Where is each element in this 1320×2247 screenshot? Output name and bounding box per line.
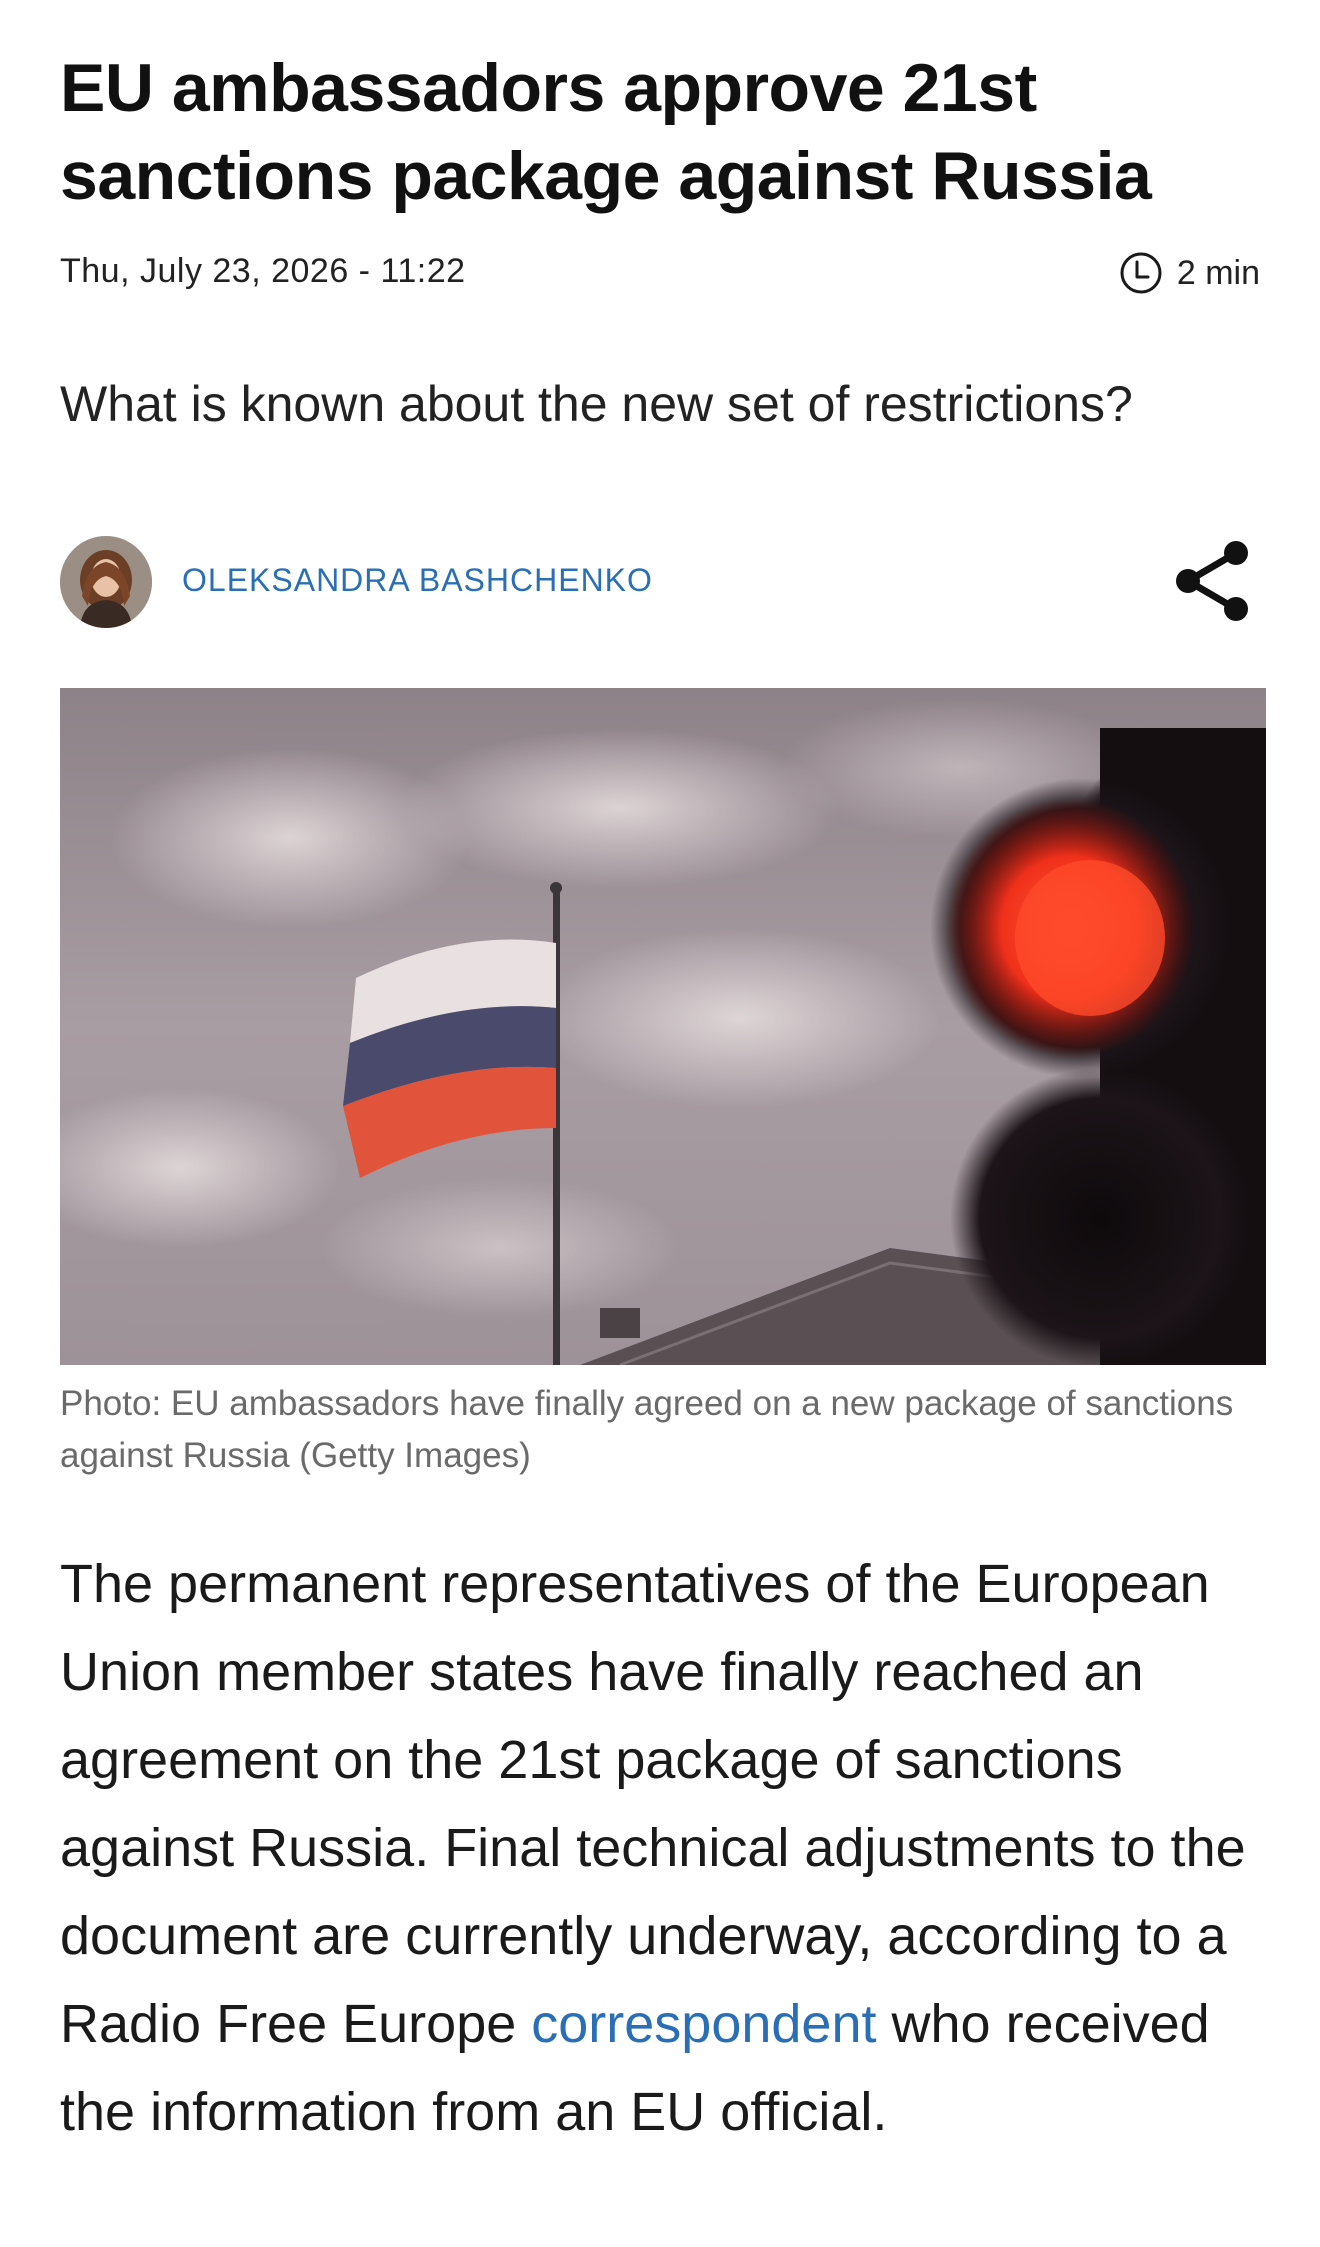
clock-icon	[1120, 252, 1162, 294]
correspondent-link[interactable]: correspondent	[531, 1994, 876, 2054]
body-text-start: The permanent representatives of the Eur…	[60, 1554, 1246, 2054]
author-avatar[interactable]	[60, 536, 152, 628]
share-icon[interactable]	[1172, 538, 1254, 624]
author-row: OLEKSANDRA BASHCHENKO	[60, 536, 1260, 628]
read-time: 2 min	[1119, 248, 1260, 298]
article-meta: Thu, July 23, 2026 - 11:22 2 min	[60, 248, 1260, 298]
publish-date: Thu, July 23, 2026 - 11:22	[60, 252, 466, 290]
article-subtitle: What is known about the new set of restr…	[60, 376, 1133, 432]
article-page: EU ambassadors approve 21st sanctions pa…	[0, 0, 1320, 2247]
article-body: The permanent representatives of the Eur…	[60, 1540, 1250, 2156]
read-time-label: 2 min	[1176, 253, 1260, 292]
photo-caption: Photo: EU ambassadors have finally agree…	[60, 1384, 1234, 1475]
author-name-link[interactable]: OLEKSANDRA BASHCHENKO	[182, 562, 653, 599]
article-photo	[60, 688, 1266, 1365]
article-headline: EU ambassadors approve 21st sanctions pa…	[60, 50, 1152, 214]
